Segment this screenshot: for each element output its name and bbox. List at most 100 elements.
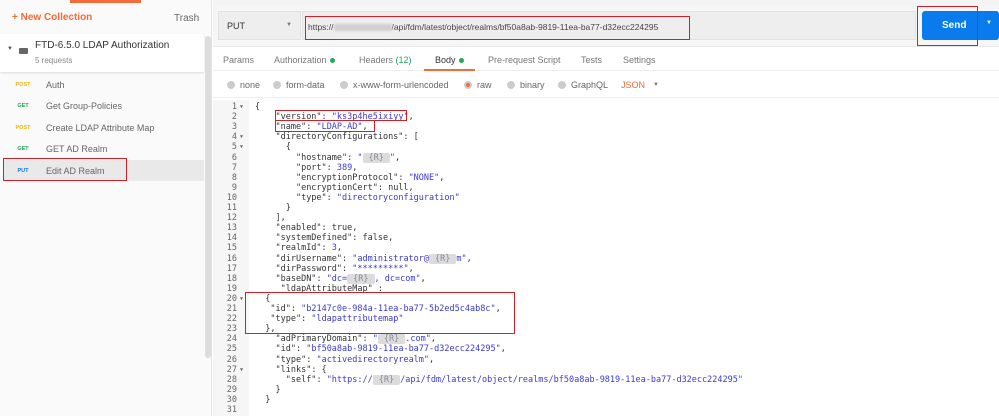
method-badge: POST [15, 124, 31, 131]
request-panel: PUT ▼ https:// /api/fdm/latest/object/rea… [213, 0, 999, 416]
code-line[interactable]: 19 "ldapAttributeMap" : [213, 284, 993, 294]
url-input[interactable]: https:// /api/fdm/latest/object/realms/bf… [302, 11, 916, 40]
sidebar-scrollbar[interactable] [205, 36, 211, 358]
caret-down-icon[interactable]: ▼ [7, 46, 13, 52]
radio-form-data[interactable]: form-data [273, 80, 325, 90]
code-line[interactable]: 29 } [213, 385, 993, 395]
request-item[interactable]: GET Get Group-Policies [4, 96, 204, 117]
headers-count: (12) [395, 55, 412, 65]
code-line[interactable]: 4 ▼ "directoryConfigurations": [ [213, 132, 993, 142]
request-tabs: Params Authorization Headers (12) Body P… [213, 48, 999, 71]
send-options-chevron-icon[interactable]: ▼ [986, 20, 992, 26]
code-text: "self": "https://{R}/api/fdm/latest/obje… [285, 374, 743, 385]
request-item[interactable]: GET GET AD Realm [4, 139, 204, 160]
code-line[interactable]: 20 ▼ { [213, 294, 993, 304]
tab-body[interactable]: Body [435, 55, 464, 65]
code-line[interactable]: 12 ], [213, 213, 993, 223]
code-line[interactable]: 28 "self": "https://{R}/api/fdm/latest/o… [213, 374, 993, 385]
code-line[interactable]: 2 "version": "ks3p4he5ixiyy", [213, 112, 993, 122]
tab-label: Authorization [274, 55, 327, 65]
code-line[interactable]: 16 "dirUsername": "administrator@ {R} m", [213, 253, 993, 264]
line-number: 14 [226, 233, 237, 244]
code-text: "ldapAttributeMap" : [280, 283, 383, 294]
code-text: { [255, 293, 271, 304]
method-label: PUT [227, 21, 245, 31]
code-text: "realmId": 3, [275, 243, 343, 254]
code-line[interactable]: 9 "encryptionCert": null, [213, 183, 993, 193]
code-line[interactable]: 18 "baseDN": "dc= {R}, dc=com", [213, 273, 993, 284]
code-text: "hostname": " {R} ", [295, 152, 401, 163]
code-line[interactable]: 31 [213, 405, 993, 415]
new-collection-button[interactable]: + New Collection [12, 12, 92, 23]
method-select[interactable]: PUT ▼ [218, 11, 301, 40]
code-text: "directoryConfigurations": [ [275, 132, 419, 143]
tab-tests[interactable]: Tests [581, 55, 602, 65]
code-line[interactable]: 1 ▼ { [213, 102, 993, 112]
status-dot [458, 58, 464, 64]
radio-icon [340, 81, 348, 89]
request-name: Create LDAP Attribute Map [46, 122, 155, 133]
code-line[interactable]: 5 ▼ { [213, 142, 993, 152]
collection-header[interactable]: ▼ FTD-6.5.0 LDAP Authorization 5 request… [0, 34, 204, 72]
tab-headers[interactable]: Headers (12) [359, 55, 412, 65]
code-text: }, [255, 324, 276, 335]
method-badge: POST [15, 81, 31, 88]
method-badge: GET [17, 103, 29, 109]
code-line[interactable]: 21 "id": "b2147c0e-984a-11ea-ba77-5b2ed5… [213, 304, 993, 314]
code-text: "systemDefined": false, [275, 233, 394, 244]
line-number: 13 [226, 223, 237, 234]
code-line[interactable]: 6 "hostname": " {R} ", [213, 152, 993, 163]
code-line[interactable]: 17 "dirPassword": "*********", [213, 264, 993, 274]
fold-arrow-icon[interactable]: ▼ [240, 365, 243, 375]
code-line[interactable]: 22 "type": "ldapattributemap" [213, 314, 993, 324]
code-text: "baseDN": "dc= {R}, dc=com", [275, 273, 426, 284]
code-line[interactable]: 23 }, [213, 324, 993, 334]
redacted-host [333, 24, 392, 32]
line-number: 26 [226, 354, 237, 365]
code-text: "dirPassword": "*********", [275, 263, 414, 274]
radio-graphql[interactable]: GraphQL [558, 80, 608, 90]
code-line[interactable]: 8 "encryptionProtocol": "NONE", [213, 173, 993, 183]
send-button[interactable]: Send ▼ [922, 11, 999, 40]
radio-binary[interactable]: binary [507, 80, 545, 90]
code-line[interactable]: 7 "port": 389, [213, 163, 993, 173]
option-label: binary [520, 80, 545, 90]
tab-params[interactable]: Params [223, 55, 254, 65]
format-select[interactable]: JSON ▼ [621, 80, 659, 90]
request-item[interactable]: PUT Edit AD Realm [4, 160, 204, 181]
code-line[interactable]: 11 } [213, 203, 993, 213]
code-line[interactable]: 26 "type": "activedirectoryrealm", [213, 355, 993, 365]
collection-count: 5 requests [35, 56, 73, 65]
trash-button[interactable]: Trash [174, 13, 199, 24]
radio-x-www-form-urlencoded[interactable]: x-www-form-urlencoded [340, 80, 449, 90]
code-line[interactable]: 24 "adPrimaryDomain": " {R} .com", [213, 334, 993, 345]
tab-label: Headers [359, 55, 394, 65]
request-item[interactable]: POST Auth [4, 74, 204, 95]
code-line[interactable]: 27 ▼ "links": { [213, 365, 993, 375]
fold-arrow-icon[interactable]: ▼ [240, 132, 243, 142]
code-line[interactable]: 10 "type": "directoryconfiguration" [213, 193, 993, 203]
tab-authorization[interactable]: Authorization [274, 55, 335, 65]
tab-pre-request-script[interactable]: Pre-request Script [488, 55, 561, 65]
option-label: GraphQL [571, 80, 609, 90]
code-text: "dirUsername": "administrator@ {R} m", [275, 253, 472, 264]
radio-raw[interactable]: raw [464, 80, 492, 90]
line-number: 5 [231, 142, 237, 153]
code-line[interactable]: 13 "enabled": true, [213, 223, 993, 233]
code-line[interactable]: 25 "id": "bf50a8ab-9819-11ea-ba77-d32ecc… [213, 344, 993, 354]
fold-arrow-icon[interactable]: ▼ [240, 294, 243, 304]
line-number: 18 [226, 273, 237, 284]
radio-none[interactable]: none [227, 80, 260, 90]
tab-settings[interactable]: Settings [623, 55, 656, 65]
code-line[interactable]: 3 "name": "LDAP-AD", [213, 122, 993, 132]
code-line[interactable]: 14 "systemDefined": false, [213, 233, 993, 243]
radio-icon [558, 81, 566, 89]
code-line[interactable]: 30 } [213, 395, 993, 405]
fold-arrow-icon[interactable]: ▼ [240, 142, 243, 152]
request-item[interactable]: POST Create LDAP Attribute Map [4, 117, 204, 138]
fold-arrow-icon[interactable]: ▼ [240, 102, 243, 112]
line-number: 7 [231, 162, 237, 173]
code-editor[interactable]: 1 ▼{2 "version": "ks3p4he5ixiyy", 3 "name"… [213, 100, 999, 416]
chevron-down-icon: ▼ [286, 22, 292, 28]
code-line[interactable]: 15 "realmId": 3, [213, 243, 993, 253]
